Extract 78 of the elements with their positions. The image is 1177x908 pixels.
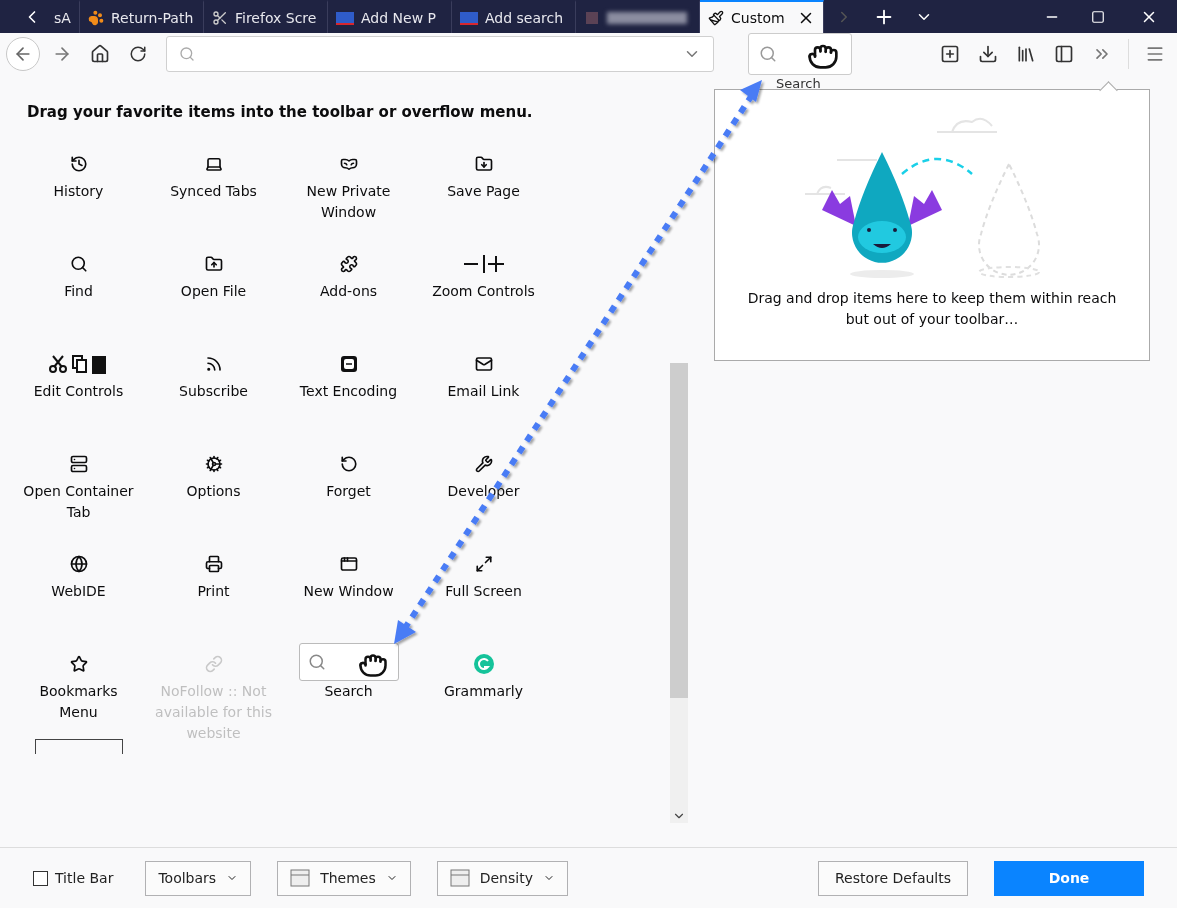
palette-item[interactable]: New Window (281, 547, 416, 648)
printer-icon (204, 555, 223, 574)
panel-message: Drag and drop items here to keep them within reach but out of your toolbar… (746, 289, 1118, 330)
palette-item[interactable]: Developer (416, 447, 551, 548)
palette-item[interactable]: Email Link (416, 347, 551, 448)
done-button[interactable]: Done (994, 860, 1144, 896)
scissors-icon (212, 9, 228, 26)
palette-item[interactable]: Zoom Controls (416, 247, 551, 348)
zoom-icon (461, 253, 506, 276)
blurred-icon (584, 9, 600, 26)
new-window-icon (339, 555, 358, 574)
edit-controls-icon (48, 354, 109, 375)
search-label: Search (776, 76, 821, 92)
laptop-icon (204, 155, 223, 174)
envelope-icon (474, 355, 493, 374)
palette-item[interactable]: Open Container Tab (11, 447, 146, 548)
scrollbar[interactable] (670, 363, 688, 824)
palette-item[interactable]: Add-ons (281, 247, 416, 348)
checkbox-label: Title Bar (55, 870, 114, 887)
preview-icon (449, 869, 470, 888)
browser-tab[interactable]: Custom (700, 0, 824, 34)
search-icon (307, 653, 326, 672)
url-field[interactable] (166, 36, 714, 73)
flexible-space-item[interactable] (34, 739, 123, 755)
search-icon (69, 255, 88, 274)
link-icon (204, 655, 223, 674)
brush-icon (708, 9, 724, 26)
save-icon (474, 155, 493, 174)
checkbox[interactable] (33, 870, 48, 886)
search-field[interactable] (298, 643, 399, 682)
palette-item[interactable]: Grammarly (416, 647, 551, 748)
globe-icon (69, 555, 88, 574)
download-icon[interactable] (978, 44, 998, 65)
palette-item[interactable]: Forget (281, 447, 416, 548)
palette-item[interactable]: Options (146, 447, 281, 548)
clock-icon (69, 155, 88, 174)
item-label: Search (324, 682, 373, 702)
dropdown-button[interactable]: Themes (277, 860, 411, 896)
grammarly-icon (473, 654, 494, 675)
maximize-icon[interactable] (1091, 9, 1105, 24)
reload-icon[interactable] (129, 45, 147, 64)
palette-item[interactable]: WebIDE (11, 547, 146, 648)
palette-item[interactable]: Text Encoding (281, 347, 416, 448)
expand-icon (474, 555, 493, 574)
palette-item[interactable]: Print (146, 547, 281, 648)
palette-heading: Drag your favorite items into the toolbar or overflow menu. (27, 103, 534, 122)
home-icon[interactable] (90, 44, 110, 65)
encoding-icon (339, 355, 358, 374)
palette-item[interactable]: Save Page (416, 147, 551, 248)
palette-item[interactable]: History (11, 147, 146, 248)
palette-item[interactable]: Subscribe (146, 347, 281, 448)
puzzle-icon (339, 255, 358, 274)
palette-item[interactable]: Bookmarks Menu (11, 647, 146, 748)
search-icon (759, 45, 777, 64)
palette-item[interactable]: Open File (146, 247, 281, 348)
palette-item[interactable]: New Private Window (281, 147, 416, 248)
sidebar-icon[interactable] (1054, 44, 1074, 65)
palette-item[interactable]: Find (11, 247, 146, 348)
feed-icon (204, 355, 223, 374)
star-icon (69, 655, 88, 674)
wrench-icon (474, 455, 493, 474)
container-icon (69, 455, 88, 474)
dropdown-button[interactable]: Toolbars (145, 860, 252, 896)
search-icon (179, 46, 195, 63)
forget-icon (339, 455, 358, 474)
restore-defaults-button[interactable]: Restore Defaults (818, 860, 968, 896)
palette-item[interactable]: Edit Controls (11, 347, 146, 448)
paw-icon (88, 9, 104, 26)
add-icon[interactable] (940, 44, 960, 65)
logo-icon (460, 10, 478, 25)
logo-icon (336, 10, 354, 25)
gear-icon (204, 455, 223, 474)
palette-item[interactable]: Synced Tabs (146, 147, 281, 248)
dropdown-button[interactable]: Density (436, 860, 568, 896)
palette-item[interactable]: Full Screen (416, 547, 551, 648)
back-button[interactable] (6, 37, 40, 72)
open-file-icon (204, 255, 223, 274)
preview-icon (290, 869, 311, 888)
